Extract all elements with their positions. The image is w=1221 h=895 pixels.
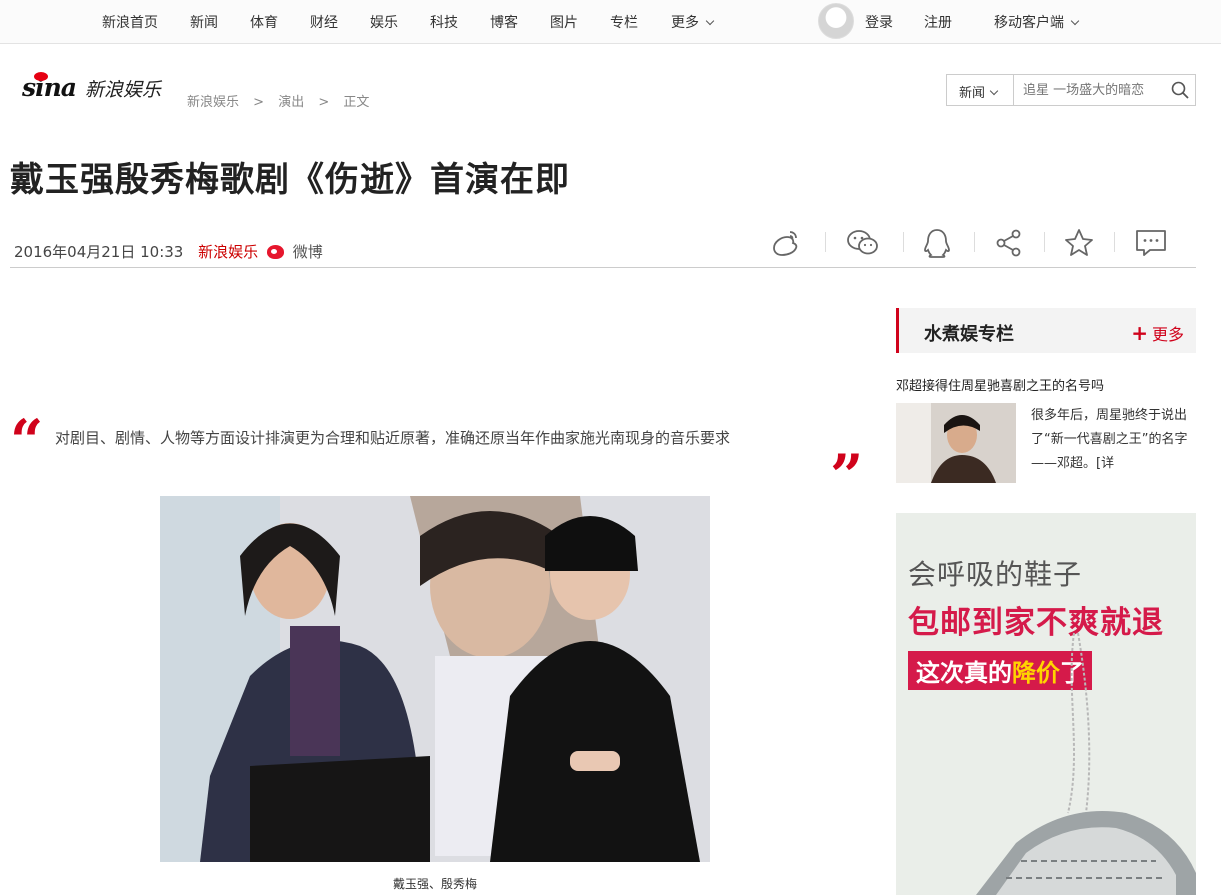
plus-icon: + bbox=[1131, 321, 1148, 345]
share-icon[interactable] bbox=[992, 226, 1026, 260]
article-meta: 2016年04月21日 10:33 新浪娱乐 微博 bbox=[14, 241, 323, 262]
share-divider bbox=[1044, 232, 1045, 252]
sidebar-article-summary: 很多年后，周星驰终于说出了“新一代喜剧之王”的名字——邓超。[详 bbox=[1031, 408, 1188, 471]
mobile-client-label: 移动客户端 bbox=[994, 15, 1064, 31]
close-quote-icon: ” bbox=[830, 442, 864, 510]
sina-logo-text: sina bbox=[22, 73, 77, 102]
chevron-down-icon bbox=[989, 86, 999, 96]
share-divider bbox=[974, 232, 975, 252]
weibo-share-icon[interactable] bbox=[768, 226, 802, 260]
sidebar-article-thumbnail[interactable] bbox=[896, 403, 1016, 483]
share-divider bbox=[1114, 232, 1115, 252]
sina-eye-logo-icon bbox=[34, 72, 48, 81]
article-summary-quote: 对剧目、剧情、人物等方面设计排演更为合理和贴近原著，准确还原当年作曲家施光南现身… bbox=[55, 429, 731, 447]
photo-illustration bbox=[160, 496, 710, 862]
chevron-down-icon bbox=[1070, 16, 1080, 26]
share-divider bbox=[903, 232, 904, 252]
nav-more[interactable]: 更多 bbox=[671, 12, 715, 32]
nav-news[interactable]: 新闻 bbox=[190, 12, 218, 32]
sneaker-image bbox=[976, 632, 1196, 895]
weibo-link[interactable]: 微博 bbox=[293, 243, 323, 261]
chevron-down-icon bbox=[705, 16, 715, 26]
publish-date: 2016年04月21日 10:33 bbox=[14, 243, 184, 261]
search-icon[interactable] bbox=[1171, 81, 1189, 99]
nav-tech[interactable]: 科技 bbox=[430, 12, 458, 32]
user-avatar-icon[interactable] bbox=[818, 3, 854, 39]
sidebar-more-label: 更多 bbox=[1151, 325, 1184, 344]
breadcrumb: 新浪娱乐 > 演出 > 正文 bbox=[187, 91, 379, 110]
nav-sports[interactable]: 体育 bbox=[250, 12, 278, 32]
shoe-advertisement[interactable]: 会呼吸的鞋子 包邮到家不爽就退 这次真的降价了 bbox=[896, 513, 1196, 895]
nav-finance[interactable]: 财经 bbox=[310, 12, 338, 32]
register-link[interactable]: 注册 bbox=[924, 12, 952, 32]
comment-icon[interactable] bbox=[1134, 226, 1168, 260]
article-source[interactable]: 新浪娱乐 bbox=[198, 243, 258, 261]
search-input[interactable] bbox=[1015, 75, 1165, 105]
open-quote-icon: “ bbox=[10, 407, 44, 475]
nav-columns[interactable]: 专栏 bbox=[610, 12, 638, 32]
weibo-icon[interactable] bbox=[266, 245, 284, 259]
ad-headline: 会呼吸的鞋子 bbox=[908, 558, 1083, 591]
wechat-icon[interactable] bbox=[846, 226, 880, 260]
article-title: 戴玉强殷秀梅歌剧《伤逝》首演在即 bbox=[10, 160, 570, 200]
breadcrumb-separator: > bbox=[253, 95, 265, 110]
nav-sina-home[interactable]: 新浪首页 bbox=[102, 12, 158, 32]
search-category-select[interactable]: 新闻 bbox=[947, 75, 1014, 105]
nav-entertainment[interactable]: 娱乐 bbox=[370, 12, 398, 32]
breadcrumb-home[interactable]: 新浪娱乐 bbox=[187, 95, 239, 110]
sidebar-article-title[interactable]: 邓超接得住周星驰喜剧之王的名号吗 bbox=[896, 375, 1104, 394]
header-divider bbox=[10, 267, 1196, 268]
top-navigation-bar: 新浪首页 新闻 体育 财经 娱乐 科技 博客 图片 专栏 更多 登录 注册 移动… bbox=[0, 0, 1221, 44]
sidebar-section-header: 水煮娱专栏 + 更多 bbox=[896, 308, 1196, 353]
nav-more-label: 更多 bbox=[671, 15, 699, 31]
share-divider bbox=[825, 232, 826, 252]
nav-photos[interactable]: 图片 bbox=[550, 12, 578, 32]
qq-icon[interactable] bbox=[920, 226, 954, 260]
sidebar-more-link[interactable]: + 更多 bbox=[1131, 321, 1184, 345]
search-box: 新闻 bbox=[946, 74, 1196, 106]
channel-name: 新浪娱乐 bbox=[85, 79, 162, 101]
thumbnail-illustration bbox=[896, 403, 1016, 483]
login-link[interactable]: 登录 bbox=[865, 12, 893, 32]
favorite-star-icon[interactable] bbox=[1062, 226, 1096, 260]
breadcrumb-current: 正文 bbox=[343, 95, 370, 110]
breadcrumb-separator: > bbox=[318, 95, 330, 110]
share-toolbar bbox=[764, 226, 1196, 260]
mobile-client-menu[interactable]: 移动客户端 bbox=[994, 12, 1080, 32]
search-category-label: 新闻 bbox=[959, 86, 986, 101]
article-photo[interactable] bbox=[160, 496, 710, 862]
breadcrumb-performance[interactable]: 演出 bbox=[278, 95, 304, 110]
photo-caption: 戴玉强、殷秀梅 bbox=[392, 877, 477, 891]
sidebar-section-title: 水煮娱专栏 bbox=[924, 324, 1014, 345]
nav-blog[interactable]: 博客 bbox=[490, 12, 518, 32]
